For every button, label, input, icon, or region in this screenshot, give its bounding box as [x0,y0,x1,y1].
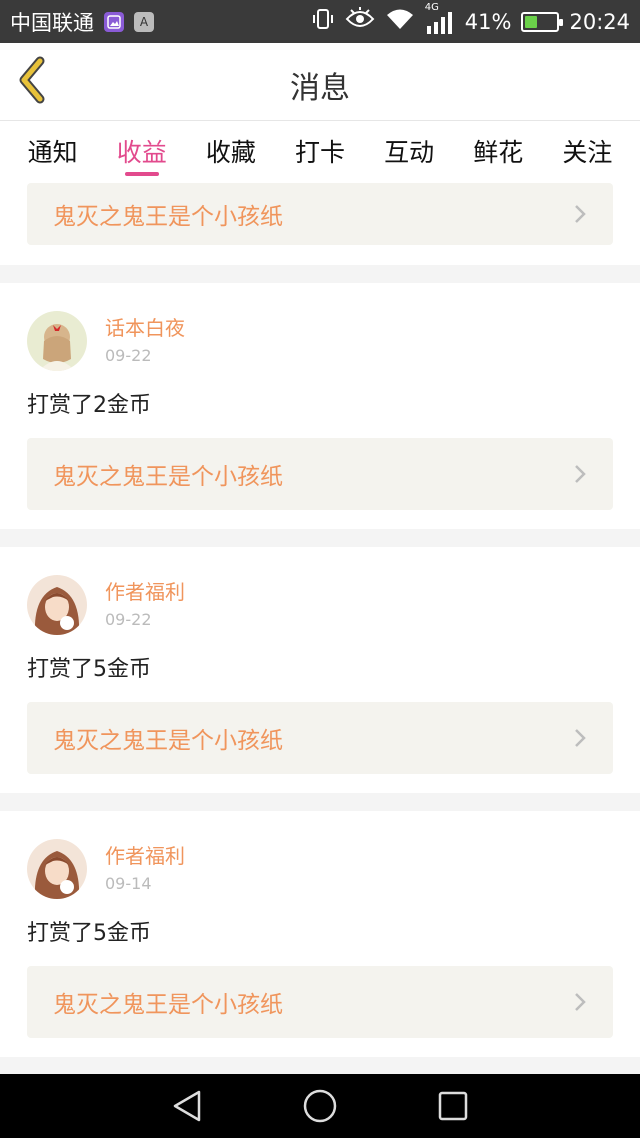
message-card: 作者福利 09-14 打赏了5金币 鬼灭之鬼王是个小孩纸 [0,811,640,1057]
username[interactable]: 作者福利 [105,843,185,869]
header-bar: 消息 [0,43,640,121]
signal-icon: 4G [425,2,455,34]
page-title: 消息 [290,71,350,106]
reward-text: 打赏了5金币 [27,657,151,682]
nav-home-icon [303,1089,337,1123]
avatar[interactable] [27,575,87,635]
book-title: 鬼灭之鬼王是个小孩纸 [53,464,283,490]
nav-home-button[interactable] [300,1086,340,1126]
message-header: 话本白夜 09-22 [27,311,613,373]
tab-interactions[interactable]: 互动 [384,121,434,179]
chevron-right-icon [575,465,586,483]
nav-back-button[interactable] [167,1086,207,1126]
book-link[interactable]: 鬼灭之鬼王是个小孩纸 [27,438,613,510]
battery-level [525,15,538,28]
gallery-notification-icon [104,11,124,32]
chevron-right-icon [575,729,586,747]
reward-text: 打赏了2金币 [27,393,151,418]
book-link[interactable]: 鬼灭之鬼王是个小孩纸 [27,702,613,774]
keyboard-notification-icon: A [134,11,154,32]
battery-percent: 41% [464,9,512,34]
message-date: 09-22 [105,346,152,365]
network-type-label: 4G [424,1,439,13]
message-card: 鬼灭之鬼王是个小孩纸 [0,179,640,265]
book-title: 鬼灭之鬼王是个小孩纸 [53,992,283,1018]
clock: 20:24 [569,9,630,34]
message-header: 作者福利 09-14 [27,839,613,901]
message-date: 09-14 [105,874,152,893]
book-title: 鬼灭之鬼王是个小孩纸 [53,204,283,230]
tab-favorites[interactable]: 收藏 [206,121,256,179]
book-title: 鬼灭之鬼王是个小孩纸 [53,728,283,754]
book-link[interactable]: 鬼灭之鬼王是个小孩纸 [27,966,613,1038]
nav-back-icon [173,1090,200,1122]
chevron-right-icon [575,205,586,223]
carrier-name: 中国联通 [10,10,94,35]
vibrate-icon [311,7,335,36]
avatar[interactable] [27,311,87,371]
eye-icon [345,7,375,36]
battery-icon [521,11,564,32]
message-card: 话本白夜 09-22 打赏了2金币 鬼灭之鬼王是个小孩纸 [0,283,640,529]
message-header: 作者福利 09-22 [27,575,613,637]
username[interactable]: 作者福利 [105,579,185,605]
system-nav-bar [0,1074,640,1138]
nav-recent-icon [439,1091,468,1121]
tab-notifications[interactable]: 通知 [28,121,78,179]
tab-flowers[interactable]: 鲜花 [473,121,523,179]
wifi-icon [385,7,415,36]
tab-bar: 通知 收益 收藏 打卡 互动 鲜花 关注 [0,121,640,179]
message-card: 作者福利 09-22 打赏了5金币 鬼灭之鬼王是个小孩纸 [0,547,640,793]
tab-earnings[interactable]: 收益 [117,121,167,179]
avatar[interactable] [27,839,87,899]
nav-recent-button[interactable] [433,1086,473,1126]
message-list[interactable]: 鬼灭之鬼王是个小孩纸 话本白夜 09-22 打赏了2金币 鬼灭之鬼王是个小孩纸 [0,179,640,1074]
chevron-right-icon [575,993,586,1011]
tab-follows[interactable]: 关注 [562,121,612,179]
reward-text: 打赏了5金币 [27,921,151,946]
username[interactable]: 话本白夜 [105,315,185,341]
message-date: 09-22 [105,610,152,629]
tab-checkin[interactable]: 打卡 [295,121,345,179]
book-link[interactable]: 鬼灭之鬼王是个小孩纸 [27,183,613,245]
status-bar: 中国联通 A 4G 41% 20:24 [0,0,640,43]
